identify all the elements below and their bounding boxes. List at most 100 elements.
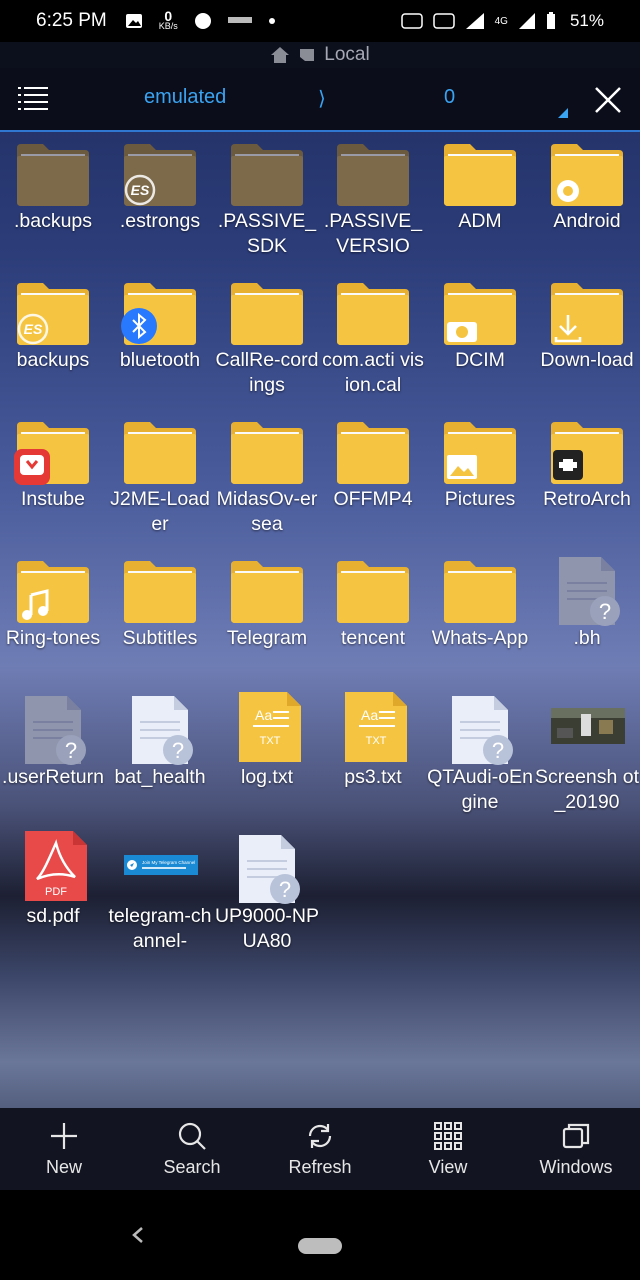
- folder-item[interactable]: CallRe-cordings: [214, 271, 320, 398]
- search-button[interactable]: Search: [128, 1108, 256, 1190]
- unknown-file-icon: ?: [239, 835, 300, 904]
- status-bar: 6:25 PM 0 KB/s 4G 51%: [0, 0, 640, 42]
- item-icon: [13, 549, 93, 629]
- menu-icon[interactable]: [18, 84, 48, 114]
- folder-item[interactable]: OFFMP4: [320, 410, 426, 512]
- item-icon: ?: [547, 549, 627, 629]
- folder-item[interactable]: ES backups: [0, 271, 106, 373]
- folder-item[interactable]: tencent: [320, 549, 426, 651]
- refresh-button[interactable]: Refresh: [256, 1108, 384, 1190]
- folder-item[interactable]: bluetooth: [107, 271, 213, 373]
- sdcard-icon: [300, 49, 315, 61]
- item-icon: Join My Telegram Channel: [120, 827, 200, 907]
- folder-item[interactable]: Instube: [0, 410, 106, 512]
- file-item[interactable]: ? UP9000-NPUA80: [214, 827, 320, 954]
- folder-item[interactable]: Down-load: [534, 271, 640, 373]
- folder-item[interactable]: ADM: [427, 132, 533, 234]
- item-label: sd.pdf: [26, 905, 80, 927]
- gear-icon: [557, 180, 579, 202]
- item-label: UP9000-NPUA80: [214, 905, 320, 952]
- folder-item[interactable]: DCIM: [427, 271, 533, 373]
- item-icon: ?: [227, 827, 307, 907]
- path-segment-count[interactable]: 0: [444, 86, 455, 109]
- file-item[interactable]: ? .bh: [534, 549, 640, 651]
- item-icon: ?: [440, 688, 520, 768]
- item-icon: [440, 410, 520, 490]
- volte-icon: [400, 13, 423, 29]
- path-segment-emulated[interactable]: emulated: [144, 86, 226, 109]
- picture-icon: [447, 455, 477, 479]
- item-label: telegram-channel-: [108, 905, 212, 952]
- item-icon: [440, 271, 520, 351]
- folder-icon: [124, 561, 196, 623]
- item-label: backups: [16, 349, 90, 371]
- item-icon: ?: [120, 688, 200, 768]
- folder-item[interactable]: RetroArch: [534, 410, 640, 512]
- item-icon: [333, 410, 413, 490]
- item-icon: [547, 410, 627, 490]
- item-label: DCIM: [455, 349, 505, 371]
- search-icon: [178, 1122, 206, 1150]
- item-label: .PASSIVE_VERSIO: [323, 210, 423, 257]
- file-item[interactable]: PDF sd.pdf: [0, 827, 106, 929]
- svg-text:Aa: Aa: [255, 707, 272, 723]
- folder-item[interactable]: Telegram: [214, 549, 320, 651]
- back-icon[interactable]: [128, 1220, 148, 1250]
- file-item[interactable]: ? QTAudi-oEngine: [427, 688, 533, 815]
- download-icon: [554, 315, 582, 343]
- item-label: MidasOv-ersea: [216, 488, 318, 535]
- item-icon: Aa TXT: [333, 688, 413, 768]
- path-dropdown-icon[interactable]: [558, 108, 568, 118]
- folder-item[interactable]: Subtitles: [107, 549, 213, 651]
- breadcrumb-local[interactable]: Local: [324, 44, 369, 66]
- item-label: tencent: [341, 627, 405, 649]
- file-item[interactable]: Screensh ot_20190: [534, 688, 640, 815]
- folder-item[interactable]: MidasOv-ersea: [214, 410, 320, 537]
- new-button[interactable]: New: [0, 1108, 128, 1190]
- item-label: CallRe-cordings: [215, 349, 319, 396]
- windows-button[interactable]: Windows: [512, 1108, 640, 1190]
- folder-item[interactable]: .PASSIVE_VERSIO: [320, 132, 426, 259]
- folder-item[interactable]: Whats-App: [427, 549, 533, 651]
- item-icon: [440, 549, 520, 629]
- folder-item[interactable]: com.acti vision.cal: [320, 271, 426, 398]
- folder-item[interactable]: Pictures: [427, 410, 533, 512]
- folder-item[interactable]: .PASSIVE_SDK: [214, 132, 320, 259]
- svg-text:Aa: Aa: [361, 707, 378, 723]
- item-label: com.acti vision.cal: [322, 349, 424, 396]
- home-pill[interactable]: [298, 1238, 342, 1254]
- folder-item[interactable]: Ring-tones: [0, 549, 106, 651]
- folder-icon: [444, 561, 516, 623]
- item-label: .backups: [13, 210, 93, 232]
- folder-item[interactable]: ES .estrongs: [107, 132, 213, 234]
- home-icon[interactable]: [270, 46, 290, 64]
- image-thumbnail: [551, 708, 625, 744]
- file-item[interactable]: ? bat_health: [107, 688, 213, 790]
- file-item[interactable]: Aa TXT ps3.txt: [320, 688, 426, 790]
- volte2-icon: [432, 13, 455, 29]
- folder-item[interactable]: Android: [534, 132, 640, 234]
- item-icon: [120, 271, 200, 351]
- item-label: Telegram: [226, 627, 308, 649]
- search-label: Search: [163, 1156, 221, 1177]
- amazon-icon: [227, 17, 252, 23]
- unknown-file-icon: ?: [25, 696, 86, 765]
- file-item[interactable]: Join My Telegram Channel telegram-channe…: [107, 827, 213, 954]
- item-icon: [227, 132, 307, 212]
- item-label: log.txt: [240, 766, 294, 788]
- windows-label: Windows: [539, 1156, 613, 1177]
- plus-icon: [51, 1122, 77, 1149]
- folder-item[interactable]: .backups: [0, 132, 106, 234]
- es-icon: ES: [124, 174, 156, 206]
- folder-icon: [337, 422, 409, 484]
- folder-item[interactable]: J2ME-Loader: [107, 410, 213, 537]
- view-button[interactable]: View: [384, 1108, 512, 1190]
- music-icon: [22, 589, 49, 620]
- file-item[interactable]: Aa TXT log.txt: [214, 688, 320, 790]
- svg-text:PDF: PDF: [45, 886, 67, 898]
- item-label: .userReturn: [2, 766, 104, 788]
- file-item[interactable]: ? .userReturn: [0, 688, 106, 790]
- svg-text:?: ?: [599, 599, 611, 624]
- close-icon[interactable]: [590, 82, 626, 118]
- unknown-file-icon: ?: [559, 557, 620, 626]
